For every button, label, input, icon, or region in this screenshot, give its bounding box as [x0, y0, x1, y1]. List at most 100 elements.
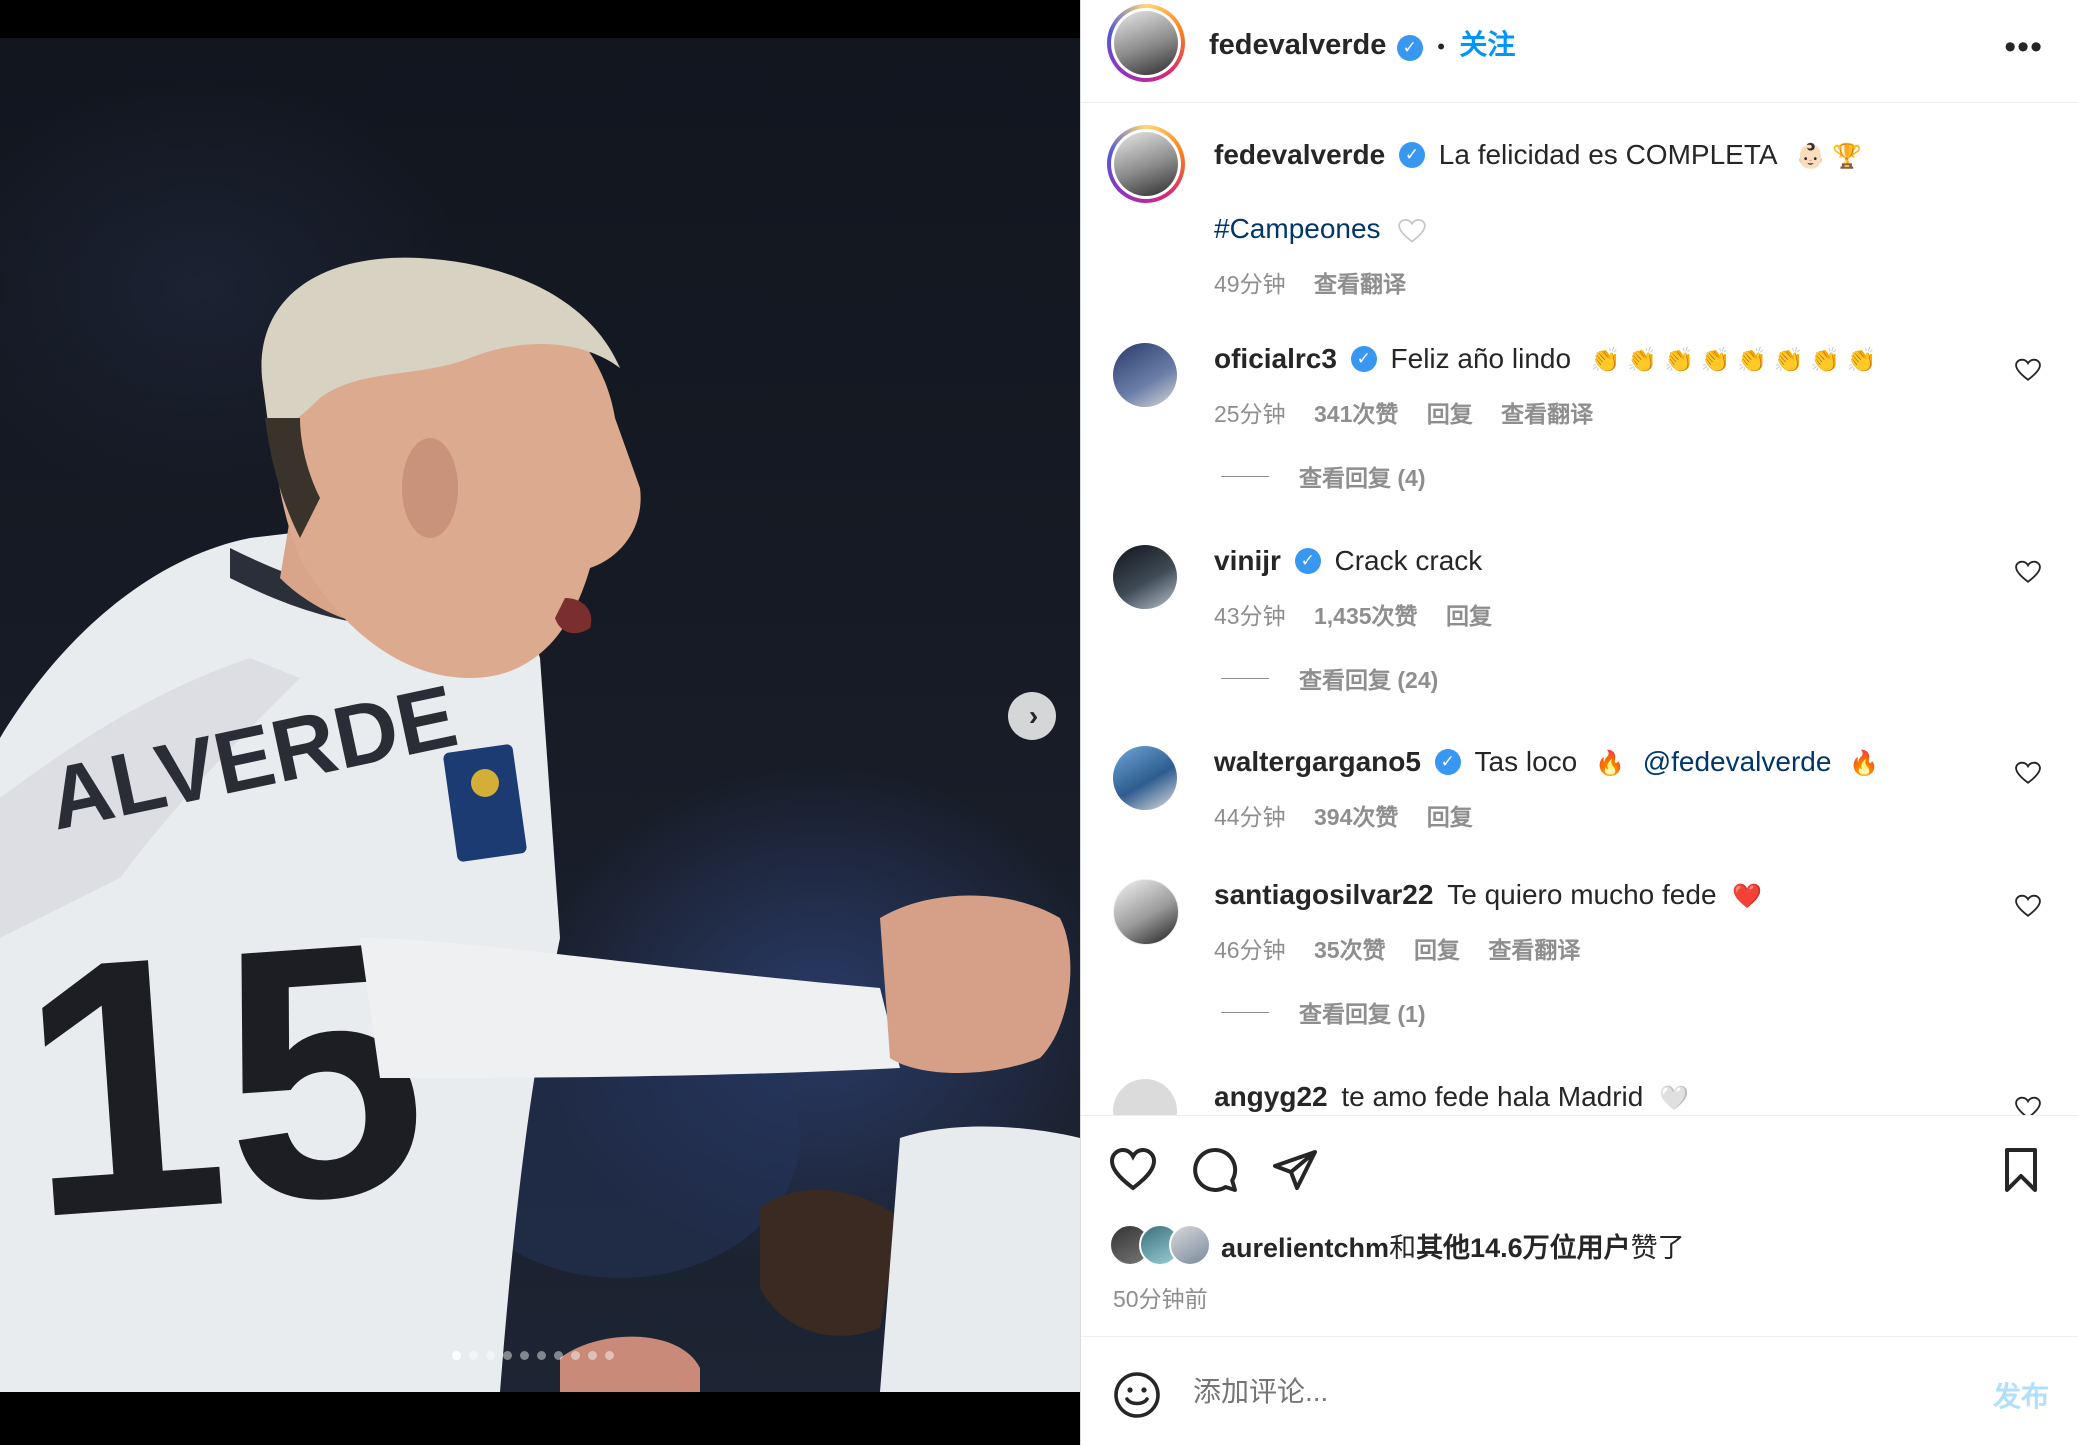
comment-text: Crack crack: [1334, 545, 1483, 576]
liked-by-avatars[interactable]: [1109, 1224, 1211, 1266]
commenter-avatar[interactable]: [1113, 545, 1177, 609]
commenter-username[interactable]: oficialrc3: [1214, 343, 1337, 374]
see-translation-link[interactable]: 查看翻译: [1488, 937, 1580, 963]
reply-button[interactable]: 回复: [1427, 401, 1473, 427]
carousel-dot: [469, 1351, 478, 1360]
comment-like-icon[interactable]: [2015, 893, 2041, 919]
commenter-username[interactable]: vinijr: [1214, 545, 1281, 576]
carousel-next-button[interactable]: ›: [1008, 692, 1056, 740]
commenter-avatar[interactable]: [1113, 879, 1179, 945]
save-bookmark-icon[interactable]: [1997, 1146, 2045, 1194]
comments-list[interactable]: fedevalverde ✓ La felicidad es COMPLETA …: [1081, 103, 2078, 1116]
comment-timestamp: 25分钟: [1214, 401, 1286, 427]
author-username[interactable]: fedevalverde: [1209, 29, 1386, 61]
see-translation-link[interactable]: 查看翻译: [1501, 401, 1593, 427]
verified-badge-icon: ✓: [1350, 345, 1377, 372]
comment-like-icon[interactable]: [2015, 760, 2041, 786]
liked-by-summary[interactable]: aurelientchm和其他14.6万位用户赞了: [1221, 1226, 1685, 1265]
mention-link[interactable]: @fedevalverde: [1643, 746, 1832, 777]
add-comment-bar: 发布: [1081, 1336, 2078, 1446]
commenter-avatar[interactable]: [1113, 746, 1177, 810]
heart-outline-icon: [1398, 218, 1427, 243]
verified-badge-icon: ✓: [1396, 34, 1423, 61]
caption-avatar[interactable]: [1107, 125, 1185, 203]
carousel-dot: [486, 1351, 495, 1360]
caption-emoji: 👶🏻 🏆: [1795, 143, 1863, 170]
caption-text: La felicidad es COMPLETA: [1438, 139, 1776, 170]
share-paper-plane-icon[interactable]: [1271, 1146, 1319, 1194]
carousel-indicator: [452, 1351, 614, 1360]
view-replies-button[interactable]: 查看回复 (24): [1221, 661, 1438, 695]
chevron-right-icon: ›: [1028, 700, 1039, 731]
carousel-dot: [452, 1351, 461, 1360]
comment-text: Feliz año lindo: [1390, 343, 1572, 374]
comment-timestamp: 44分钟: [1214, 804, 1286, 830]
view-replies-label: 查看回复 (4): [1299, 465, 1426, 491]
reply-button[interactable]: 回复: [1427, 804, 1473, 830]
view-replies-label: 查看回复 (24): [1299, 667, 1439, 693]
commenter-username[interactable]: santiagosilvar22: [1214, 879, 1433, 910]
comment-emoji: 👏 👏 👏 👏 👏 👏 👏 👏: [1590, 347, 1877, 374]
comment-timestamp: 43分钟: [1214, 603, 1286, 629]
verified-badge-icon: ✓: [1294, 547, 1321, 574]
post-actions: aurelientchm和其他14.6万位用户赞了 50分钟前: [1081, 1116, 2078, 1336]
liked-by-suffix: 赞了: [1630, 1233, 1685, 1263]
comment-like-count[interactable]: 394次赞: [1314, 804, 1398, 830]
comment-text: Te quiero mucho fede: [1447, 879, 1717, 910]
comment-like-count[interactable]: 35次赞: [1314, 937, 1386, 963]
liked-by-username[interactable]: aurelientchm: [1221, 1233, 1389, 1263]
view-replies-button[interactable]: 查看回复 (1): [1221, 995, 1426, 1029]
comment-like-icon[interactable]: [2015, 559, 2041, 585]
caption-username[interactable]: fedevalverde: [1214, 139, 1385, 170]
separator: •: [1437, 34, 1445, 59]
author-avatar[interactable]: [1107, 4, 1185, 82]
view-replies-button[interactable]: 查看回复 (4): [1221, 459, 1426, 493]
fire-emoji: 🔥: [1849, 750, 1880, 777]
heart-emoji: ❤️: [1732, 883, 1763, 910]
fire-emoji: 🔥: [1595, 750, 1625, 777]
post-photo[interactable]: 15 ALVERDE: [0, 38, 1080, 1392]
comment-like-icon[interactable]: [2015, 357, 2041, 383]
carousel-dot: [503, 1351, 512, 1360]
carousel-dot: [605, 1351, 614, 1360]
liked-by-others[interactable]: 其他14.6万位用户: [1416, 1233, 1631, 1263]
carousel-dot: [554, 1351, 563, 1360]
white-heart-emoji: 🤍: [1659, 1085, 1690, 1112]
post-media: 15 ALVERDE ›: [0, 0, 1080, 1445]
like-heart-icon[interactable]: [1109, 1146, 1157, 1194]
carousel-dot: [588, 1351, 597, 1360]
comment-text: Tas loco: [1474, 746, 1578, 777]
verified-badge-icon: ✓: [1399, 141, 1425, 168]
reply-button[interactable]: 回复: [1446, 603, 1492, 629]
comment-like-count[interactable]: 1,435次赞: [1314, 603, 1418, 629]
see-translation-link[interactable]: 查看翻译: [1314, 271, 1406, 297]
commenter-avatar[interactable]: [1113, 343, 1177, 407]
post-comment-button[interactable]: 发布: [1993, 1375, 2049, 1415]
commenter-username[interactable]: angyg22: [1214, 1081, 1328, 1112]
post-detail-panel: fedevalverde ✓ • 关注 ••• fedevalverde ✓ L…: [1080, 0, 2078, 1445]
carousel-dot: [571, 1351, 580, 1360]
svg-text:15: 15: [10, 865, 438, 1294]
comment-like-count[interactable]: 341次赞: [1314, 401, 1398, 427]
player-illustration: 15 ALVERDE: [0, 257, 1080, 1392]
post-timestamp[interactable]: 50分钟前: [1113, 1280, 1208, 1314]
comment-like-icon[interactable]: [2015, 1095, 2041, 1116]
commenter-avatar[interactable]: [1113, 1079, 1177, 1115]
follow-button[interactable]: 关注: [1459, 29, 1515, 60]
liked-by-conjunction: 和: [1389, 1233, 1417, 1263]
caption-timestamp: 49分钟: [1214, 271, 1286, 297]
carousel-dot: [537, 1351, 546, 1360]
comment-timestamp: 46分钟: [1214, 937, 1286, 963]
more-options-icon[interactable]: •••: [2004, 28, 2043, 67]
verified-badge-icon: ✓: [1434, 748, 1461, 775]
reply-button[interactable]: 回复: [1414, 937, 1460, 963]
hashtag-link[interactable]: #Campeones: [1214, 213, 1381, 244]
commenter-username[interactable]: waltergargano5: [1214, 746, 1421, 777]
view-replies-label: 查看回复 (1): [1299, 1001, 1426, 1027]
liker-avatar: [1169, 1224, 1211, 1266]
carousel-dot: [520, 1351, 529, 1360]
comment-input[interactable]: [1191, 1375, 1895, 1409]
post-header: fedevalverde ✓ • 关注 •••: [1081, 0, 2078, 103]
emoji-picker-icon[interactable]: [1113, 1371, 1161, 1419]
comment-bubble-icon[interactable]: [1191, 1146, 1239, 1194]
